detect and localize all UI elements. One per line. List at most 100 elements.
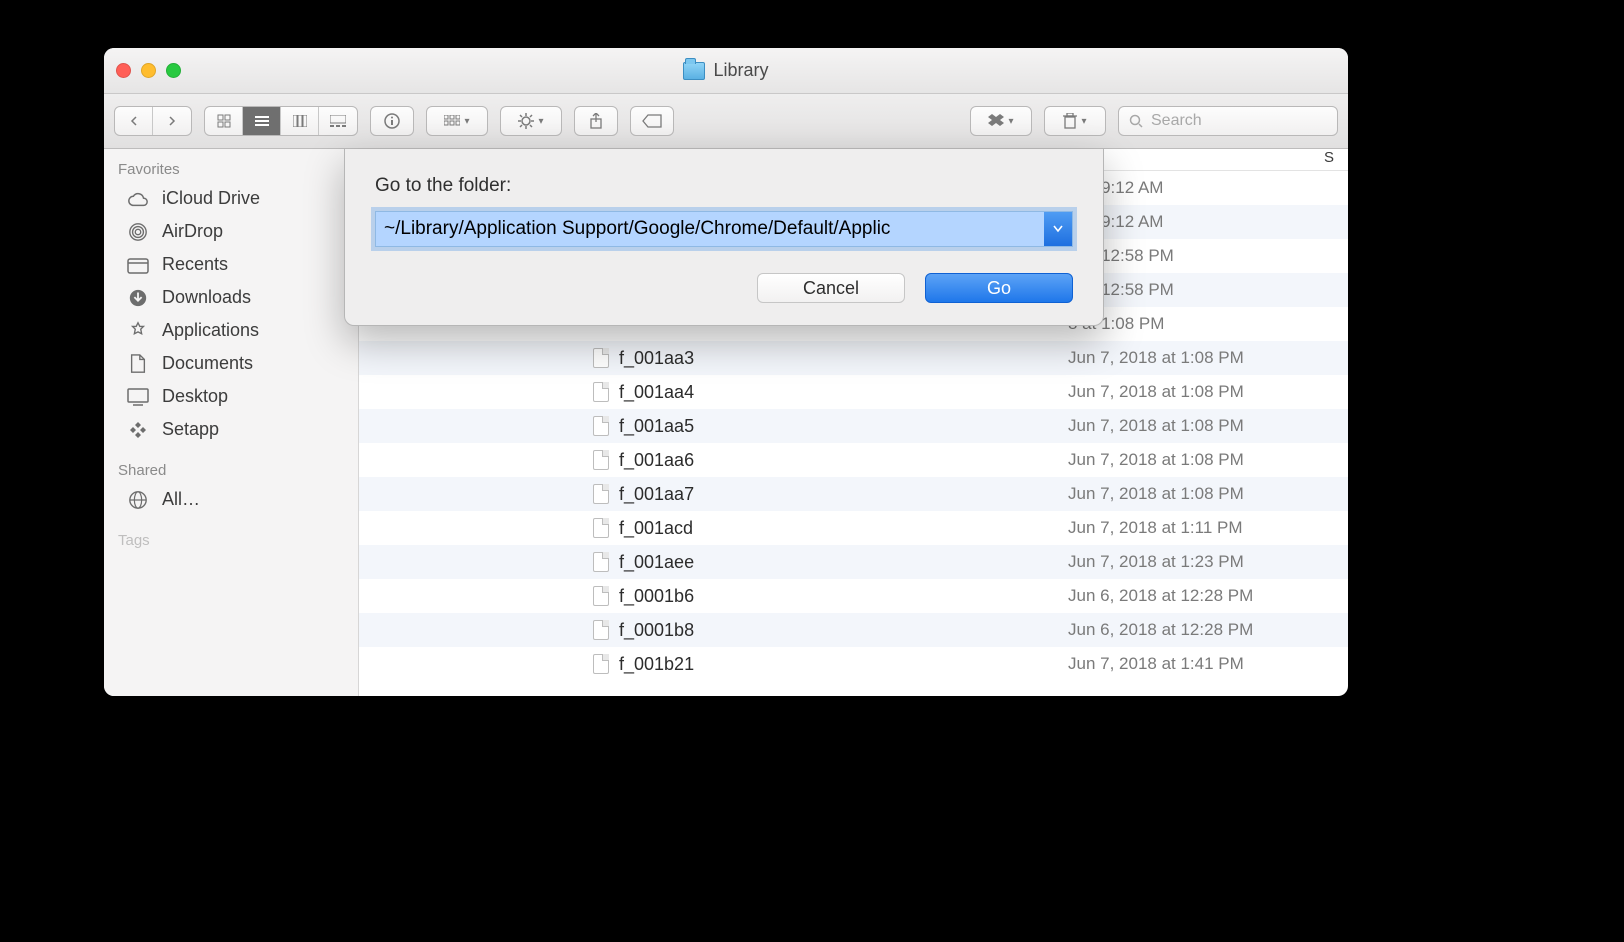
sidebar-item-icloud-drive[interactable]: iCloud Drive: [104, 182, 358, 215]
file-icon: [593, 552, 609, 572]
folder-icon: [683, 62, 705, 80]
file-date: Jun 7, 2018 at 1:11 PM: [1068, 518, 1348, 538]
file-name: f_0001b8: [619, 620, 694, 641]
file-icon: [593, 654, 609, 674]
close-window-button[interactable]: [116, 63, 131, 78]
path-input[interactable]: [376, 212, 1044, 246]
go-button[interactable]: Go: [925, 273, 1073, 303]
file-date: 8 at 9:12 AM: [1068, 178, 1348, 198]
chevron-down-icon: ▾: [1008, 116, 1013, 127]
column-header-size[interactable]: S: [1318, 149, 1348, 170]
file-date: 8 at 9:12 AM: [1068, 212, 1348, 232]
file-icon: [593, 518, 609, 538]
sidebar-item-all-shared[interactable]: All…: [104, 483, 358, 516]
file-row[interactable]: f_001aa7 Jun 7, 2018 at 1:08 PM: [359, 477, 1348, 511]
zoom-window-button[interactable]: [166, 63, 181, 78]
window-controls: [116, 63, 181, 78]
view-mode-segmented: [204, 106, 358, 136]
path-dropdown-button[interactable]: [1044, 212, 1072, 246]
sidebar-item-documents[interactable]: Documents: [104, 347, 358, 380]
gallery-view-button[interactable]: [319, 107, 357, 135]
search-icon: [1129, 114, 1143, 128]
file-row[interactable]: f_0001b6Jun 6, 2018 at 12:28 PM: [359, 579, 1348, 613]
file-name: f_001aa6: [619, 450, 694, 471]
file-name: f_001aa3: [619, 348, 694, 369]
file-icon: [593, 348, 609, 368]
sidebar-item-label: Setapp: [162, 419, 219, 440]
file-row[interactable]: f_0001b8 Jun 6, 2018 at 12:28 PM: [359, 613, 1348, 647]
action-button[interactable]: ▾: [500, 106, 562, 136]
file-icon: [593, 484, 609, 504]
chevron-down-icon: ▾: [538, 116, 543, 127]
column-view-button[interactable]: [281, 107, 319, 135]
icon-view-button[interactable]: [205, 107, 243, 135]
file-date: Jun 7, 2018 at 1:08 PM: [1068, 484, 1348, 504]
file-name: f_001aa7: [619, 484, 694, 505]
documents-icon: [126, 354, 150, 374]
sidebar-item-label: All…: [162, 489, 200, 510]
search-placeholder: Search: [1151, 112, 1202, 130]
sidebar-item-label: Documents: [162, 353, 253, 374]
tags-button[interactable]: [630, 106, 674, 136]
sidebar-item-downloads[interactable]: Downloads: [104, 281, 358, 314]
trash-button[interactable]: ▾: [1044, 106, 1106, 136]
file-date: Jun 7, 2018 at 1:08 PM: [1068, 416, 1348, 436]
list-view-button[interactable]: [243, 107, 281, 135]
sidebar-header-shared: Shared: [104, 456, 358, 483]
file-name: f_001b21: [619, 654, 694, 675]
file-row[interactable]: f_001aa3Jun 7, 2018 at 1:08 PM: [359, 341, 1348, 375]
nav-back-forward: [114, 106, 192, 136]
window-title-text: Library: [713, 60, 768, 81]
file-date: Jun 7, 2018 at 1:08 PM: [1068, 382, 1348, 402]
sidebar-item-desktop[interactable]: Desktop: [104, 380, 358, 413]
sidebar-header-favorites: Favorites: [104, 155, 358, 182]
file-row[interactable]: f_001aee Jun 7, 2018 at 1:23 PM: [359, 545, 1348, 579]
file-row[interactable]: f_001b21 Jun 7, 2018 at 1:41 PM: [359, 647, 1348, 681]
search-field[interactable]: Search: [1118, 106, 1338, 136]
setapp-icon: [126, 420, 150, 440]
share-button[interactable]: [574, 106, 618, 136]
file-icon: [593, 586, 609, 606]
go-to-folder-sheet: Go to the folder: Cancel Go: [344, 149, 1104, 326]
go-button-label: Go: [987, 278, 1011, 299]
arrange-button[interactable]: ▾: [426, 106, 488, 136]
file-icon: [593, 416, 609, 436]
file-name: f_001acd: [619, 518, 693, 539]
sidebar-item-label: iCloud Drive: [162, 188, 260, 209]
forward-button[interactable]: [153, 107, 191, 135]
sidebar: Favorites iCloud Drive AirDrop Recents D…: [104, 149, 359, 696]
sheet-label: Go to the folder:: [375, 175, 1073, 197]
applications-icon: [126, 321, 150, 341]
file-date: Jun 7, 2018 at 1:23 PM: [1068, 552, 1348, 572]
chevron-down-icon: ▾: [1081, 116, 1086, 127]
file-date: Jun 7, 2018 at 1:08 PM: [1068, 450, 1348, 470]
file-date: 8 at 12:58 PM: [1068, 280, 1348, 300]
sidebar-item-label: Downloads: [162, 287, 251, 308]
cancel-button[interactable]: Cancel: [757, 273, 905, 303]
file-name: f_001aee: [619, 552, 694, 573]
file-date: Jun 6, 2018 at 12:28 PM: [1068, 586, 1348, 606]
sidebar-item-label: Applications: [162, 320, 259, 341]
minimize-window-button[interactable]: [141, 63, 156, 78]
back-button[interactable]: [115, 107, 153, 135]
file-name: f_001aa4: [619, 382, 694, 403]
sidebar-item-setapp[interactable]: Setapp: [104, 413, 358, 446]
sidebar-header-tags: Tags: [104, 526, 358, 553]
chevron-down-icon: [1053, 225, 1063, 233]
sidebar-item-airdrop[interactable]: AirDrop: [104, 215, 358, 248]
file-date: Jun 6, 2018 at 12:28 PM: [1068, 620, 1348, 640]
sidebar-item-recents[interactable]: Recents: [104, 248, 358, 281]
airdrop-icon: [126, 222, 150, 242]
file-row[interactable]: f_001aa6 Jun 7, 2018 at 1:08 PM: [359, 443, 1348, 477]
file-row[interactable]: f_001aa4 Jun 7, 2018 at 1:08 PM: [359, 375, 1348, 409]
file-row[interactable]: f_001acd Jun 7, 2018 at 1:11 PM: [359, 511, 1348, 545]
sidebar-item-applications[interactable]: Applications: [104, 314, 358, 347]
file-icon: [593, 450, 609, 470]
file-row[interactable]: f_001aa5Jun 7, 2018 at 1:08 PM: [359, 409, 1348, 443]
get-info-button[interactable]: [370, 106, 414, 136]
file-icon: [593, 620, 609, 640]
sidebar-item-label: AirDrop: [162, 221, 223, 242]
file-date: Jun 7, 2018 at 1:41 PM: [1068, 654, 1348, 674]
file-date: 8 at 12:58 PM: [1068, 246, 1348, 266]
dropbox-button[interactable]: ▾: [970, 106, 1032, 136]
